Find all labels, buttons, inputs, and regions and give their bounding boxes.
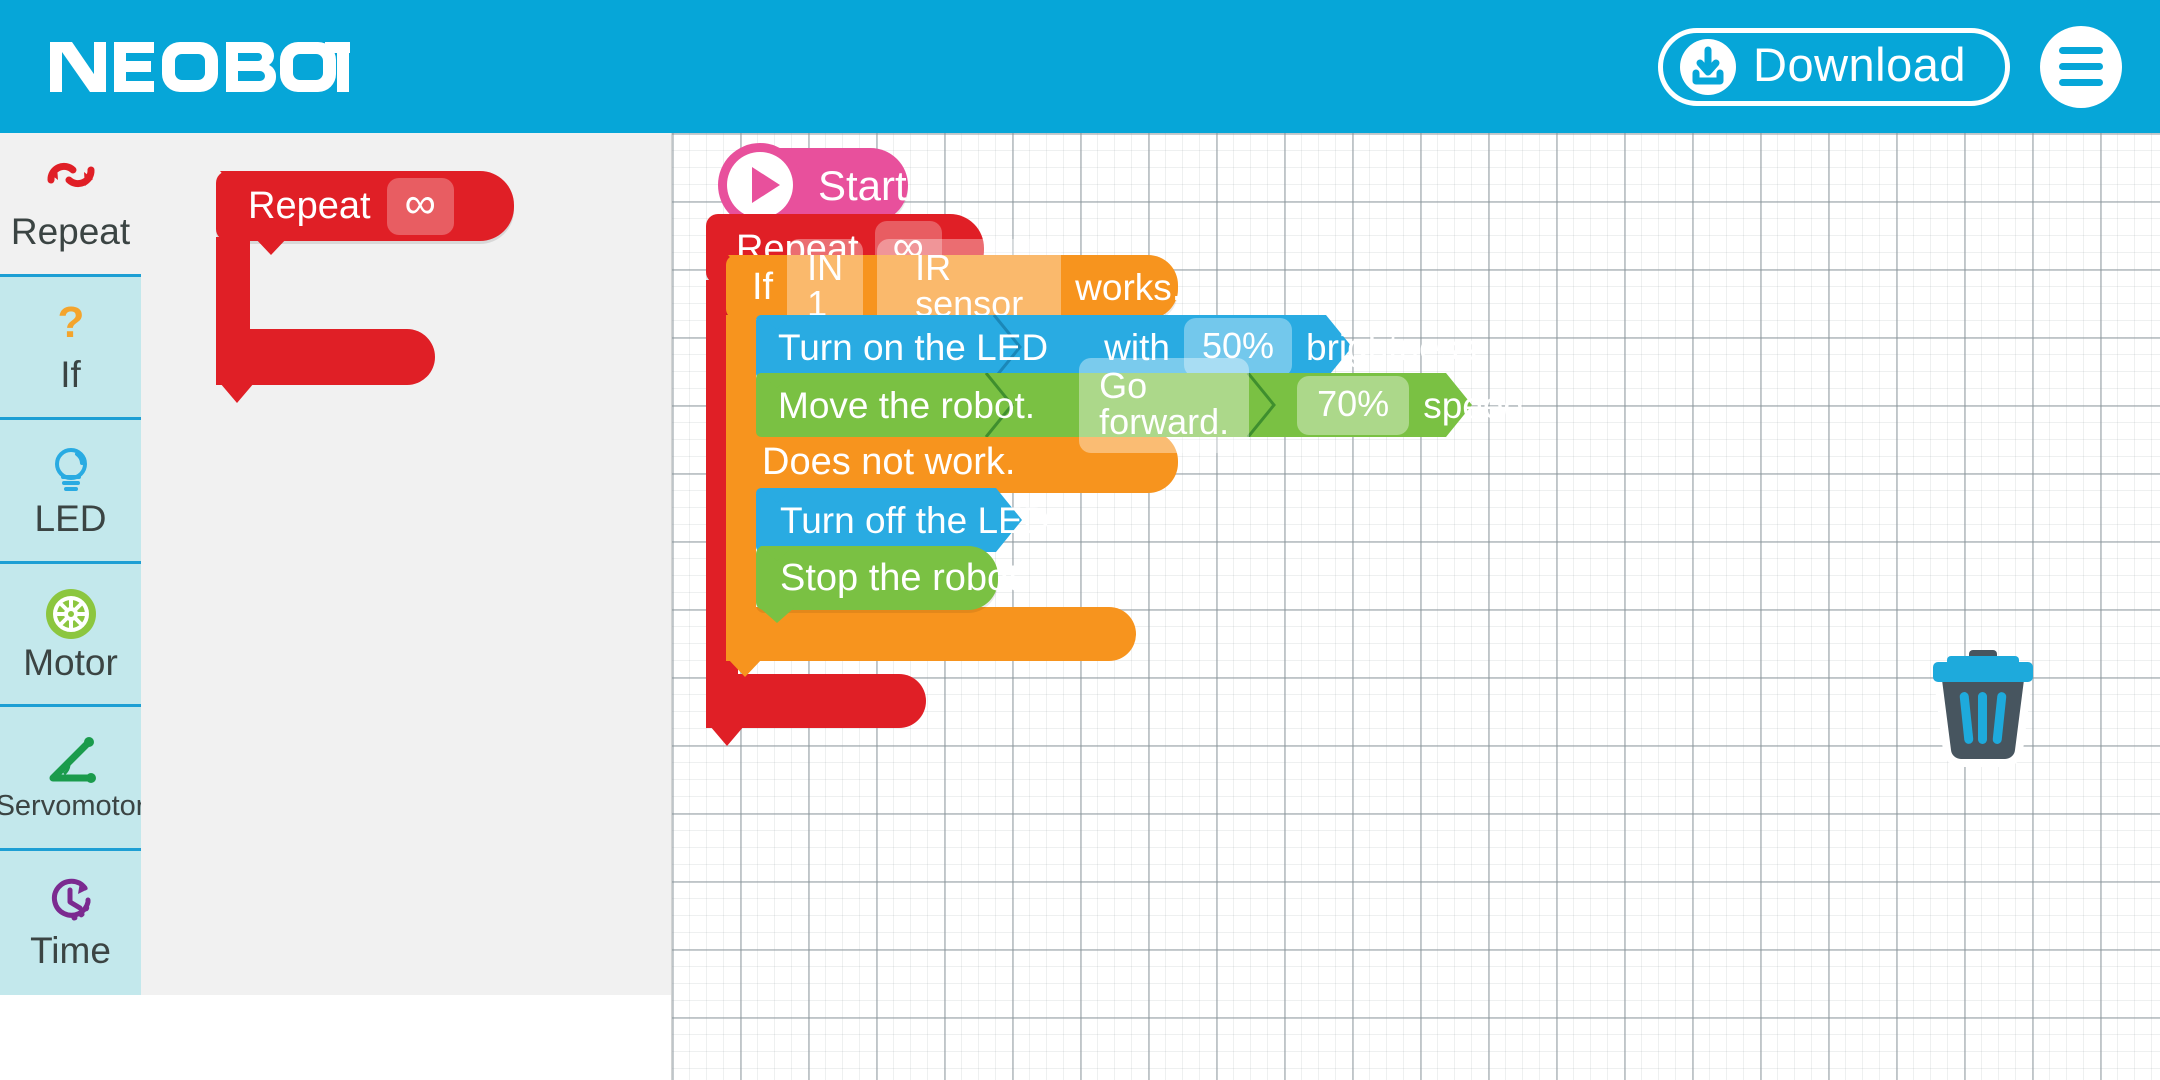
question-mark-icon: ? bbox=[51, 298, 91, 354]
sidebar-item-repeat[interactable]: Repeat bbox=[0, 133, 141, 277]
trash-can-icon[interactable] bbox=[1917, 638, 2049, 775]
block-palette: Repeat ∞ bbox=[141, 133, 672, 1080]
if-top-notch bbox=[728, 255, 762, 273]
palette-repeat-bottom-notch bbox=[220, 383, 254, 403]
clock-icon bbox=[44, 874, 98, 930]
sidebar-item-label: Motor bbox=[23, 641, 118, 683]
motor-speed-value[interactable]: 70% bbox=[1297, 375, 1410, 435]
led-on-block[interactable]: Turn on the LED with 50% brightness bbox=[756, 315, 1477, 379]
if-then-spine bbox=[726, 315, 756, 437]
if-else-spine bbox=[726, 491, 756, 613]
palette-repeat-block[interactable]: Repeat ∞ bbox=[216, 171, 514, 403]
menu-bar-2 bbox=[2059, 63, 2103, 70]
palette-footer bbox=[0, 995, 672, 1080]
motor-stop-block[interactable]: Stop the robot. bbox=[756, 546, 1029, 623]
svg-text:?: ? bbox=[57, 301, 84, 347]
start-block[interactable]: Start bbox=[718, 143, 908, 236]
palette-repeat-top-notch bbox=[220, 171, 254, 191]
sidebar-item-if[interactable]: ? If bbox=[0, 277, 141, 421]
led-on-top-notch bbox=[760, 315, 794, 330]
led-brightness-unit: brightness bbox=[1306, 326, 1477, 368]
if-else-label: Does not work. bbox=[762, 441, 1016, 483]
app-header: Download bbox=[0, 0, 2160, 133]
motor-move-block[interactable]: Move the robot. Go forward. 70% speed bbox=[756, 357, 1524, 453]
led-on-action: Turn on the LED bbox=[778, 326, 1049, 368]
hamburger-menu-icon[interactable] bbox=[2040, 25, 2122, 108]
neobot-block-editor: Download Repeat ? If LED Motor Servomoto… bbox=[0, 0, 2160, 1080]
sidebar-item-label: Time bbox=[30, 930, 111, 972]
repeat-loop-icon bbox=[43, 155, 99, 211]
led-off-block[interactable]: Turn off the LED bbox=[756, 488, 1049, 552]
sidebar-item-label: Servomotor bbox=[0, 790, 146, 823]
canvas-repeat-foot bbox=[706, 674, 926, 728]
palette-repeat-inner-notch bbox=[254, 237, 288, 255]
menu-bar-1 bbox=[2059, 47, 2103, 54]
motor-stop-bottom-notch bbox=[760, 608, 794, 623]
canvas-repeat-bottom-notch bbox=[710, 726, 744, 746]
category-sidebar: Repeat ? If LED Motor Servomotor Time bbox=[0, 133, 145, 995]
wheel-icon bbox=[45, 586, 97, 642]
download-button[interactable]: Download bbox=[1658, 27, 2010, 106]
palette-repeat-count-pill[interactable]: ∞ bbox=[386, 177, 454, 235]
motor-direction-dropdown[interactable]: Go forward. bbox=[1079, 357, 1250, 453]
if-foot-notch bbox=[728, 659, 762, 677]
motor-stop-top-notch bbox=[760, 546, 794, 561]
angle-icon bbox=[43, 733, 99, 789]
download-label: Download bbox=[1753, 38, 1967, 91]
sidebar-item-led[interactable]: LED bbox=[0, 420, 141, 564]
motor-speed-unit: speed bbox=[1423, 384, 1525, 426]
if-block[interactable]: If IN 1 IR sensor works. Does not work. bbox=[726, 238, 1182, 677]
sidebar-item-servomotor[interactable]: Servomotor bbox=[0, 707, 145, 851]
motor-move-top-notch bbox=[760, 373, 794, 388]
motor-move-action: Move the robot. bbox=[778, 384, 1036, 426]
if-keyword: If bbox=[752, 266, 774, 308]
start-label: Start bbox=[818, 161, 907, 209]
script-canvas[interactable]: Start Repeat ∞ If IN 1 IR sensor works. … bbox=[672, 133, 2160, 1080]
led-off-top-notch bbox=[760, 488, 794, 503]
sidebar-item-motor[interactable]: Motor bbox=[0, 564, 141, 708]
sidebar-item-label: Repeat bbox=[10, 210, 131, 252]
neobot-logo bbox=[50, 38, 350, 96]
led-off-action: Turn off the LED bbox=[780, 499, 1050, 541]
light-bulb-icon bbox=[49, 442, 93, 498]
download-circle-icon bbox=[1679, 38, 1737, 96]
sidebar-item-label: LED bbox=[34, 498, 107, 540]
palette-repeat-spine bbox=[216, 237, 250, 335]
sidebar-item-label: If bbox=[60, 354, 81, 396]
menu-bar-3 bbox=[2059, 79, 2103, 86]
sidebar-item-time[interactable]: Time bbox=[0, 851, 141, 995]
palette-repeat-foot bbox=[216, 329, 435, 385]
header-actions: Download bbox=[1658, 0, 2122, 133]
palette-repeat-label: Repeat bbox=[248, 185, 371, 227]
motor-stop-action: Stop the robot. bbox=[780, 557, 1030, 599]
if-suffix: works. bbox=[1075, 266, 1183, 308]
